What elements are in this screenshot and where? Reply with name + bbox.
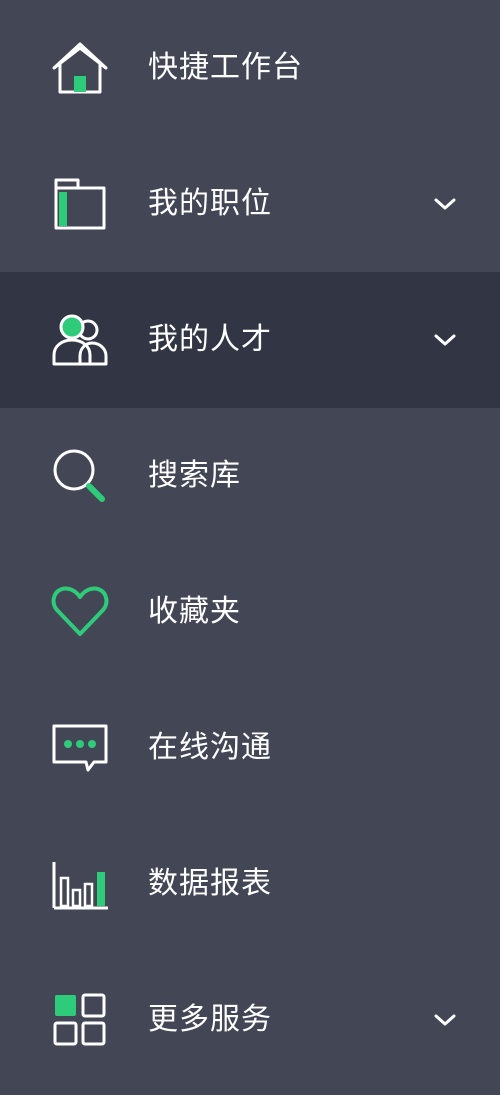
- chat-icon: [50, 718, 110, 778]
- menu-label-data-reports: 数据报表: [148, 866, 272, 901]
- folder-icon: [50, 174, 110, 234]
- bar-chart-icon: [50, 854, 110, 914]
- menu-label-online-chat: 在线沟通: [148, 730, 272, 765]
- menu-item-more-services[interactable]: 更多服务: [0, 952, 500, 1088]
- menu-item-data-reports[interactable]: 数据报表: [0, 816, 500, 952]
- home-icon: [50, 38, 110, 98]
- grid-icon: [50, 990, 110, 1050]
- menu-label-workbench: 快捷工作台: [148, 50, 303, 85]
- chevron-down-icon[interactable]: [432, 1012, 458, 1028]
- menu-item-my-talent[interactable]: 我的人才: [0, 272, 500, 408]
- chevron-down-icon[interactable]: [432, 332, 458, 348]
- menu-label-my-talent: 我的人才: [148, 322, 272, 357]
- menu-label-search-library: 搜索库: [148, 458, 241, 493]
- heart-icon: [50, 582, 110, 642]
- menu-item-online-chat[interactable]: 在线沟通: [0, 680, 500, 816]
- chevron-down-icon[interactable]: [432, 196, 458, 212]
- menu-label-my-positions: 我的职位: [148, 186, 272, 221]
- menu-label-more-services: 更多服务: [148, 1002, 272, 1037]
- menu-item-search-library[interactable]: 搜索库: [0, 408, 500, 544]
- menu-item-workbench[interactable]: 快捷工作台: [0, 0, 500, 136]
- sidebar-menu: 快捷工作台 我的职位 我的人才 搜索库 收藏夹 在线沟通 数据报表 更多服务: [0, 0, 500, 1095]
- users-icon: [50, 310, 110, 370]
- menu-label-favorites: 收藏夹: [148, 594, 241, 629]
- menu-item-favorites[interactable]: 收藏夹: [0, 544, 500, 680]
- menu-item-my-positions[interactable]: 我的职位: [0, 136, 500, 272]
- search-icon: [50, 446, 110, 506]
